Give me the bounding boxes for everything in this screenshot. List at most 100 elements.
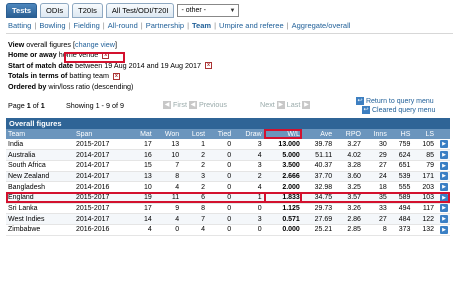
expand-arrow-icon[interactable]: ▶	[440, 172, 448, 181]
nav-separator: |	[140, 21, 143, 30]
cell-rpo: 2.85	[334, 224, 363, 236]
nav-item-partnership[interactable]: Partnership	[146, 21, 184, 30]
cell-hs: 589	[388, 192, 413, 204]
cell-lost: 3	[181, 171, 208, 183]
col-header-ls[interactable]: LS	[412, 129, 436, 139]
col-header-mat[interactable]: Mat	[130, 129, 154, 139]
cell-w-l: 2.666	[263, 171, 302, 183]
cell-team[interactable]: Australia	[6, 149, 74, 161]
cell-hs: 651	[388, 160, 413, 172]
remove-start-icon[interactable]: x	[205, 62, 213, 70]
cell-rpo: 3.25	[334, 181, 363, 193]
col-header-lost[interactable]: Lost	[181, 129, 208, 139]
col-header-draw[interactable]: Draw	[233, 129, 264, 139]
other-select[interactable]: - other - ▼	[177, 4, 240, 17]
ordered-label: Ordered by	[8, 81, 47, 91]
cell-tied: 0	[207, 213, 234, 225]
expand-arrow-icon[interactable]: ▶	[440, 151, 448, 160]
cell-team[interactable]: West Indies	[6, 213, 74, 225]
row-action: ▶	[436, 203, 450, 215]
cell-w-l: 2.000	[263, 181, 302, 193]
nav-item-fielding[interactable]: Fielding	[74, 21, 100, 30]
nav-item-aggregate-overall[interactable]: Aggregate/overall	[292, 21, 351, 30]
col-header-tied[interactable]: Tied	[207, 129, 234, 139]
cell-lost: 4	[181, 224, 208, 236]
expand-arrow-icon[interactable]: ▶	[440, 204, 448, 213]
table-row: England 2015-2017 19 11 6 0 1 1.833 34.75 3.57 35 5…	[6, 192, 450, 204]
col-header-won[interactable]: Won	[153, 129, 182, 139]
cell-draw: 1	[233, 192, 264, 204]
expand-arrow-icon[interactable]: ▶	[440, 161, 448, 170]
page-of: of	[32, 101, 39, 110]
nav-item-batting[interactable]: Batting	[8, 21, 31, 30]
return-query-link[interactable]: ↩ Return to query menu	[356, 97, 435, 106]
remove-totals-icon[interactable]: x	[112, 72, 120, 80]
cell-lost: 2	[181, 160, 208, 172]
col-header-action	[436, 129, 450, 139]
cell-hs: 759	[388, 139, 413, 151]
cell-team[interactable]: Bangladesh	[6, 181, 74, 193]
cell-inns: 33	[362, 203, 389, 215]
expand-arrow-icon[interactable]: ▶	[440, 183, 448, 192]
previous-icon: ◀	[188, 101, 197, 110]
cell-lost: 8	[181, 203, 208, 215]
tab-tests[interactable]: Tests	[6, 3, 38, 18]
nav-item-bowling[interactable]: Bowling	[39, 21, 65, 30]
col-header-span[interactable]: Span	[73, 129, 131, 139]
cell-hs: 624	[388, 149, 413, 161]
cell-ave: 32.98	[301, 181, 335, 193]
cell-inns: 8	[362, 224, 389, 236]
cell-hs: 484	[388, 213, 413, 225]
tab-t20is[interactable]: T20Is	[72, 3, 103, 18]
expand-arrow-icon[interactable]: ▶	[440, 215, 448, 224]
col-header-rpo[interactable]: RPO	[334, 129, 363, 139]
cell-draw: 0	[233, 224, 264, 236]
cell-draw: 3	[233, 139, 264, 151]
cleared-query-link[interactable]: ↩ Cleared query menu	[356, 106, 435, 115]
cell-hs: 494	[388, 203, 413, 215]
cell-mat: 13	[130, 171, 154, 183]
cell-draw: 4	[233, 181, 264, 193]
cell-rpo: 3.26	[334, 203, 363, 215]
col-header-inns[interactable]: Inns	[362, 129, 389, 139]
cell-w-l: 3.500	[263, 160, 302, 172]
wl-column-highlight	[264, 129, 302, 139]
nav-item-all-round[interactable]: All-round	[108, 21, 138, 30]
nav-item-umpire-and-referee[interactable]: Umpire and referee	[219, 21, 284, 30]
cell-team[interactable]: India	[6, 139, 74, 151]
totals-line: Totals in terms of batting team x	[8, 71, 212, 81]
cell-span: 2015-2017	[73, 139, 131, 151]
expand-arrow-icon[interactable]: ▶	[440, 225, 448, 234]
cell-team[interactable]: Zimbabwe	[6, 224, 74, 236]
first-nav[interactable]: ◀ First ◀ Previous	[163, 100, 227, 110]
table-row: West Indies 2014-2017 14 4 7 0 3 0.571 27.69 2.86…	[6, 213, 450, 225]
cell-won: 9	[153, 203, 182, 215]
cell-hs: 555	[388, 181, 413, 193]
cell-team[interactable]: Sri Lanka	[6, 203, 74, 215]
row-action: ▶	[436, 192, 450, 204]
cell-draw: 2	[233, 171, 264, 183]
next-nav[interactable]: Next ▶ Last ▶	[260, 100, 311, 110]
nav-item-team[interactable]: Team	[192, 21, 211, 30]
cell-team[interactable]: New Zealand	[6, 171, 74, 183]
col-header-team[interactable]: Team	[6, 129, 74, 139]
query-summary: View overall figures [change view] Home …	[8, 40, 213, 92]
change-view-link[interactable]: change view	[75, 40, 115, 49]
expand-arrow-icon[interactable]: ▶	[440, 140, 448, 149]
cell-tied: 0	[207, 224, 234, 236]
cell-rpo: 3.60	[334, 171, 363, 183]
cell-rpo: 3.28	[334, 160, 363, 172]
cell-w-l: 1.833	[263, 192, 302, 204]
cell-won: 7	[153, 160, 182, 172]
totals-value: batting team	[69, 71, 109, 81]
next-label: Next	[260, 100, 275, 109]
cell-draw: 0	[233, 203, 264, 215]
expand-arrow-icon[interactable]: ▶	[440, 193, 448, 202]
cell-team[interactable]: South Africa	[6, 160, 74, 172]
tab-all-test-odi-t20i[interactable]: All Test/ODI/T20I	[105, 3, 175, 18]
tab-odis[interactable]: ODIs	[40, 3, 70, 18]
col-header-ave[interactable]: Ave	[301, 129, 335, 139]
cell-team[interactable]: England	[6, 192, 74, 204]
col-header-hs[interactable]: HS	[388, 129, 413, 139]
nav-separator: |	[286, 21, 289, 30]
